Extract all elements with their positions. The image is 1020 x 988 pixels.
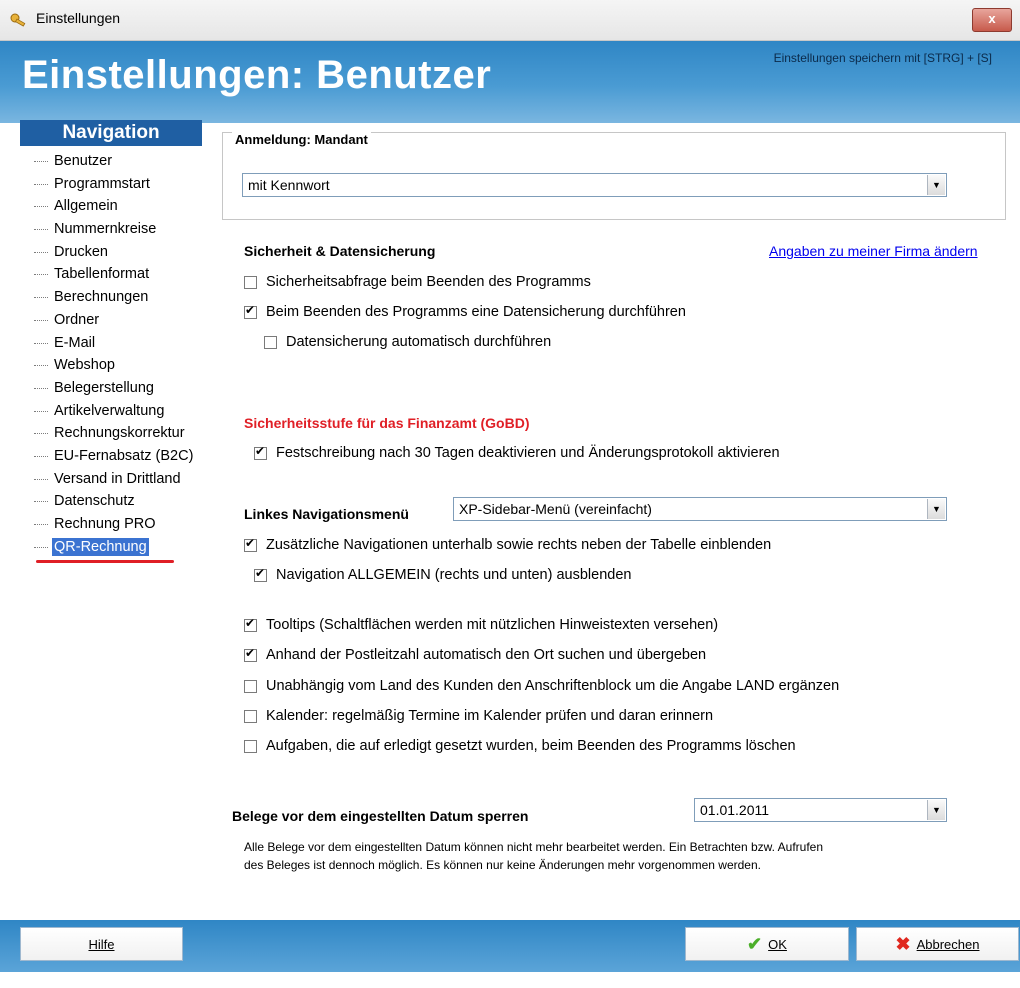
checkbox-exit-prompt[interactable]: Sicherheitsabfrage beim Beenden des Prog… (244, 274, 591, 290)
checkbox-box[interactable] (244, 536, 257, 552)
nav-item-berechnungen[interactable]: Berechnungen (34, 286, 195, 309)
nav-item-tabellenformat[interactable]: Tabellenformat (34, 263, 195, 286)
lock-label: Belege vor dem eingestellten Datum sperr… (232, 808, 529, 824)
checkbox-auto-backup[interactable]: Datensicherung automatisch durchführen (264, 334, 551, 350)
ok-button[interactable]: ✔ OK (685, 927, 849, 961)
navmenu-value: XP-Sidebar-Menü (vereinfacht) (459, 501, 652, 517)
checkbox-zip-lookup[interactable]: Anhand der Postleitzahl automatisch den … (244, 646, 706, 663)
checkbox-hide-general-nav[interactable]: Navigation ALLGEMEIN (rechts und unten) … (254, 566, 631, 583)
checkbox-box[interactable] (254, 566, 267, 582)
checkbox-tooltips[interactable]: Tooltips (Schaltflächen werden mit nützl… (244, 616, 718, 633)
checkbox-backup-on-exit[interactable]: Beim Beenden des Programms eine Datensic… (244, 303, 686, 320)
nav-item-belegerstellung[interactable]: Belegerstellung (34, 377, 195, 400)
checkbox-gobd[interactable]: Festschreibung nach 30 Tagen deaktiviere… (254, 444, 780, 461)
checkbox-box[interactable] (254, 444, 267, 460)
nav-item-rechnung-pro[interactable]: Rechnung PRO (34, 513, 195, 536)
nav-item-benutzer[interactable]: Benutzer (34, 150, 195, 173)
nav-item-versand-drittland[interactable]: Versand in Drittland (34, 468, 195, 491)
checkbox-box[interactable] (244, 616, 257, 632)
close-icon: x (988, 11, 996, 26)
checkbox-box[interactable] (244, 709, 257, 723)
header-banner: Einstellungen: Benutzer Einstellungen sp… (0, 41, 1020, 123)
x-icon: ✖ (895, 933, 911, 954)
checkmark-icon: ✔ (747, 933, 763, 954)
login-mode-value: mit Kennwort (248, 177, 330, 193)
nav-item-email[interactable]: E-Mail (34, 332, 195, 355)
checkbox-box[interactable] (244, 646, 257, 662)
security-title: Sicherheit & Datensicherung (244, 243, 436, 259)
nav-item-nummernkreise[interactable]: Nummernkreise (34, 218, 195, 241)
key-icon (10, 13, 26, 27)
chevron-down-icon[interactable]: ▼ (927, 499, 945, 519)
checkbox-country-address[interactable]: Unabhängig vom Land des Kunden den Ansch… (244, 678, 839, 694)
nav-item-qr-rechnung[interactable]: QR-Rechnung (34, 536, 195, 559)
cancel-button[interactable]: ✖ Abbrechen (856, 927, 1019, 961)
checkbox-box[interactable] (244, 739, 257, 753)
nav-item-ordner[interactable]: Ordner (34, 309, 195, 332)
checkbox-box[interactable] (264, 335, 277, 349)
nav-item-eu-fernabsatz[interactable]: EU-Fernabsatz (B2C) (34, 445, 195, 468)
lock-note: Alle Belege vor dem eingestellten Datum … (244, 840, 824, 872)
login-mode-select[interactable]: mit Kennwort ▼ (242, 173, 947, 197)
highlight-underline (36, 560, 174, 563)
company-details-link[interactable]: Angaben zu meiner Firma ändern (769, 243, 978, 259)
nav-item-datenschutz[interactable]: Datenschutz (34, 490, 195, 513)
save-hint: Einstellungen speichern mit [STRG] + [S] (773, 51, 992, 65)
help-button[interactable]: Hilfe (20, 927, 183, 961)
nav-item-rechnungskorrektur[interactable]: Rechnungskorrektur (34, 422, 195, 445)
nav-item-artikelverwaltung[interactable]: Artikelverwaltung (34, 400, 195, 423)
chevron-down-icon[interactable]: ▼ (927, 800, 945, 820)
login-group-legend: Anmeldung: Mandant (232, 132, 371, 147)
checkbox-box[interactable] (244, 303, 257, 319)
title-bar: Einstellungen x (0, 0, 1020, 41)
navmenu-label: Linkes Navigationsmenü (244, 506, 409, 522)
checkbox-box[interactable] (244, 679, 257, 693)
nav-item-drucken[interactable]: Drucken (34, 241, 195, 264)
lock-date-select[interactable]: 01.01.2011 ▼ (694, 798, 947, 822)
nav-header: Navigation (20, 120, 202, 146)
window-title: Einstellungen (36, 10, 121, 26)
chevron-down-icon[interactable]: ▼ (927, 175, 945, 195)
nav-item-programmstart[interactable]: Programmstart (34, 173, 195, 196)
nav-tree: Benutzer Programmstart Allgemein Nummern… (34, 150, 195, 558)
checkbox-calendar-reminder[interactable]: Kalender: regelmäßig Termine im Kalender… (244, 708, 713, 724)
nav-item-webshop[interactable]: Webshop (34, 354, 195, 377)
checkbox-extra-navigation[interactable]: Zusätzliche Navigationen unterhalb sowie… (244, 536, 771, 553)
checkbox-box[interactable] (244, 275, 257, 289)
close-button[interactable]: x (972, 8, 1012, 32)
nav-item-allgemein[interactable]: Allgemein (34, 195, 195, 218)
page-title: Einstellungen: Benutzer (22, 53, 492, 97)
window-bottom-edge (0, 972, 1020, 988)
gobd-title: Sicherheitsstufe für das Finanzamt (GoBD… (244, 415, 530, 431)
lock-date-value: 01.01.2011 (700, 802, 770, 818)
checkbox-delete-tasks[interactable]: Aufgaben, die auf erledigt gesetzt wurde… (244, 738, 796, 754)
navmenu-select[interactable]: XP-Sidebar-Menü (vereinfacht) ▼ (453, 497, 947, 521)
